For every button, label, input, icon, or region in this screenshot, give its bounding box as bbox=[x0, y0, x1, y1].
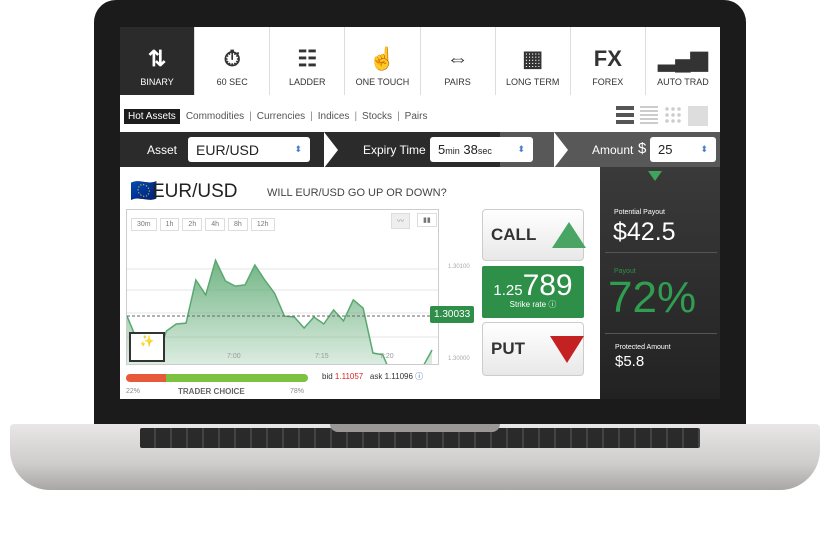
tab-label: LONG TERM bbox=[506, 77, 560, 87]
put-label: PUT bbox=[491, 339, 525, 358]
asset-question: WILL EUR/USD GO UP OR DOWN? bbox=[267, 187, 447, 199]
up-down-arrows-icon: ⇅ bbox=[147, 46, 167, 71]
select-arrows-icon: ⬍ bbox=[700, 144, 708, 154]
tile-view-icon[interactable] bbox=[688, 106, 708, 126]
tab-auto-trad[interactable]: ▂▄▆ AUTO TRAD bbox=[644, 27, 720, 95]
chart-plot: 7:00 7:15 7:20 bbox=[127, 258, 438, 364]
trader-choice-bar bbox=[126, 374, 308, 382]
asset-select[interactable]: EUR/USD ⬍ bbox=[188, 137, 310, 162]
x-tick-label: 7:15 bbox=[315, 353, 329, 360]
asset-category-bar: Hot Assets Commodities | Currencies | Indice… bbox=[120, 102, 720, 130]
tab-label: BINARY bbox=[140, 77, 174, 87]
y-tick-label: 1.30000 bbox=[448, 356, 470, 362]
amount-input[interactable]: 25 ⬍ bbox=[650, 137, 716, 162]
call-button[interactable]: CALL bbox=[482, 209, 587, 261]
trading-screen: ⇅ BINARY ⏱ 60 SEC ☷ LADDER ☝ ONE TOUCH ⇔ PAIRS ▦ LO… bbox=[120, 27, 720, 399]
separator: | bbox=[397, 110, 400, 122]
category-links: Commodities | Currencies | Indices | Stocks | Pa… bbox=[186, 111, 428, 122]
payout-percent: 72% bbox=[608, 273, 697, 322]
strike-rate-box: 1.25789 Strike rate ⓘ bbox=[482, 266, 584, 318]
put-button[interactable]: PUT bbox=[482, 322, 584, 376]
chevron-divider bbox=[554, 132, 568, 168]
call-share-fill bbox=[166, 374, 308, 382]
tab-long-term[interactable]: ▦ LONG TERM bbox=[494, 27, 570, 95]
tab-label: AUTO TRAD bbox=[657, 77, 709, 87]
call-percent: 78% bbox=[290, 388, 305, 395]
tab-label: PAIRS bbox=[444, 77, 471, 87]
asset-value: EUR/USD bbox=[196, 141, 260, 158]
grid-view-icon[interactable] bbox=[664, 106, 682, 124]
select-arrows-icon: ⬍ bbox=[294, 144, 302, 154]
fx-icon: FX bbox=[593, 46, 622, 71]
category-link[interactable]: Stocks bbox=[362, 111, 392, 122]
view-toggles bbox=[616, 106, 708, 126]
y-tick-label: 1.30100 bbox=[448, 264, 470, 270]
x-tick-label: 7:00 bbox=[227, 353, 241, 360]
expiry-label: Expiry Time bbox=[363, 143, 426, 157]
category-link[interactable]: Indices bbox=[318, 111, 350, 122]
category-link[interactable]: Pairs bbox=[405, 111, 428, 122]
pointer-down-icon bbox=[648, 171, 662, 181]
laptop-hinge bbox=[330, 424, 500, 432]
put-percent: 22% bbox=[126, 388, 141, 395]
calendar-icon: ▦ bbox=[522, 46, 544, 71]
tab-forex[interactable]: FX FOREX bbox=[569, 27, 645, 95]
trade-settings-bar: Asset EUR/USD ⬍ Expiry Time 5min 38sec ⬍ A… bbox=[120, 132, 720, 168]
current-price-tag: 1.30033 bbox=[430, 306, 475, 323]
tab-label: 60 SEC bbox=[216, 77, 248, 87]
separator: | bbox=[354, 110, 358, 122]
up-triangle-icon bbox=[552, 222, 587, 248]
put-share-fill bbox=[126, 374, 167, 382]
protected-amount-value: $5.8 bbox=[615, 353, 645, 370]
protected-amount-label: Protected Amount bbox=[615, 344, 671, 351]
currency-symbol: $ bbox=[638, 140, 647, 157]
tab-one-touch[interactable]: ☝ ONE TOUCH bbox=[344, 27, 420, 95]
tab-ladder[interactable]: ☷ LADDER bbox=[269, 27, 345, 95]
potential-payout-label: Potential Payout bbox=[614, 209, 665, 216]
bid-ask: bid 1.11057 ask 1.11096 ⓘ bbox=[322, 372, 424, 381]
tab-binary[interactable]: ⇅ BINARY bbox=[120, 27, 195, 95]
separator: | bbox=[249, 110, 252, 122]
amount-value: 25 bbox=[658, 142, 673, 157]
ladder-icon: ☷ bbox=[297, 46, 318, 71]
magic-wand-icon[interactable]: ✨ bbox=[129, 332, 165, 362]
tab-label: FOREX bbox=[592, 77, 624, 87]
select-arrows-icon: ⬍ bbox=[517, 144, 525, 154]
trader-choice-label: TRADER CHOICE bbox=[178, 387, 245, 396]
chevron-divider bbox=[324, 132, 338, 168]
call-label: CALL bbox=[491, 225, 537, 244]
stopwatch-icon: ⏱ bbox=[223, 46, 241, 71]
pointer-hand-icon: ☝ bbox=[368, 46, 397, 71]
category-link[interactable]: Commodities bbox=[186, 111, 244, 122]
category-link[interactable]: Currencies bbox=[257, 111, 305, 122]
tab-label: ONE TOUCH bbox=[355, 77, 410, 87]
tab-60-sec[interactable]: ⏱ 60 SEC bbox=[194, 27, 270, 95]
price-chart: 30m 1h 2h 4h 8h 12h 〰 ▮▮ 7:00 7:15 7:20 ✨ bbox=[126, 209, 439, 365]
separator: | bbox=[310, 110, 313, 122]
asset-title: EUR/USD bbox=[152, 181, 238, 202]
price-area bbox=[127, 260, 432, 364]
expiry-value: 5min 38sec bbox=[438, 142, 492, 157]
info-icon: ⓘ bbox=[415, 372, 424, 381]
potential-payout-value: $42.5 bbox=[613, 218, 676, 246]
x-tick-label: 7:20 bbox=[380, 353, 394, 360]
amount-label: Amount bbox=[592, 143, 634, 157]
trade-type-nav: ⇅ BINARY ⏱ 60 SEC ☷ LADDER ☝ ONE TOUCH ⇔ PAIRS ▦ LO… bbox=[120, 27, 720, 95]
asset-label: Asset bbox=[147, 143, 178, 157]
expiry-select[interactable]: 5min 38sec ⬍ bbox=[430, 137, 533, 162]
list-view-icon[interactable] bbox=[616, 106, 634, 124]
signal-bars-icon: ▂▄▆ bbox=[658, 46, 708, 71]
down-triangle-icon bbox=[550, 335, 584, 363]
left-right-arrows-icon: ⇔ bbox=[446, 46, 469, 71]
tab-pairs[interactable]: ⇔ PAIRS bbox=[419, 27, 495, 95]
tab-label: LADDER bbox=[289, 77, 326, 87]
tab-hot-assets[interactable]: Hot Assets bbox=[124, 108, 180, 124]
payout-panel: Potential Payout $42.5 Payout 72% Protec… bbox=[600, 167, 720, 399]
compact-list-icon[interactable] bbox=[640, 106, 658, 124]
